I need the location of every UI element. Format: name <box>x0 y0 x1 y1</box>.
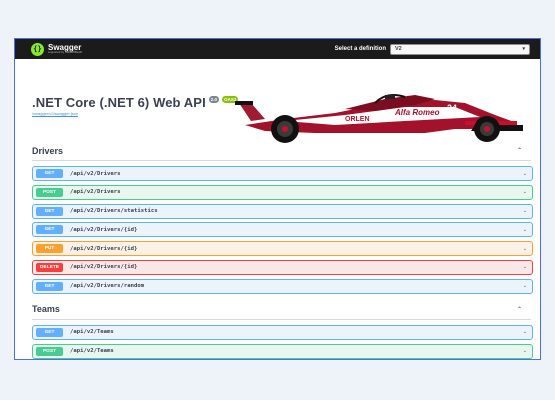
operation-row[interactable]: GET/api/v2/Drivers/statistics ⌄ <box>32 203 533 219</box>
operation-path: /api/v2/Drivers/statistics <box>70 208 158 215</box>
method-badge: GET <box>36 327 63 337</box>
chevron-up-icon: ⌃ <box>516 148 522 154</box>
operation-path: /api/v2/Drivers/random <box>70 283 145 290</box>
operation-path: /api/v2/Drivers <box>70 170 121 177</box>
tag-name: Drivers <box>32 145 64 156</box>
swagger-logo-icon: {} <box>31 42 44 56</box>
chevron-down-icon: ⌄ <box>522 329 527 336</box>
chevron-down-icon: ▾ <box>522 46 525 52</box>
definition-select[interactable]: V2 ▾ <box>390 43 530 55</box>
chevron-down-icon: ⌄ <box>522 208 527 215</box>
chevron-down-icon: ⌄ <box>522 264 527 271</box>
page-title: .NET Core (.NET 6) Web API <box>32 95 206 110</box>
operation-row[interactable]: DELETE/api/v2/Drivers/{id} ⌄ <box>32 259 533 275</box>
method-badge: DELETE <box>36 262 63 272</box>
swagger-topbar: {} Swagger supported by SMARTBEAR Select… <box>15 39 540 59</box>
operation-row[interactable]: GET/api/v2/Drivers/{id} ⌄ <box>32 222 533 238</box>
operation-row[interactable]: PUT/api/v2/Drivers/{id} ⌄ <box>32 241 533 257</box>
logo-subtitle: supported by SMARTBEAR <box>48 50 83 54</box>
operation-path: /api/v2/Drivers/{id} <box>70 264 138 271</box>
chevron-down-icon: ⌄ <box>522 226 527 233</box>
operation-row[interactable]: POST/api/v2/Drivers ⌄ <box>32 184 533 200</box>
method-badge: GET <box>36 206 63 216</box>
method-badge: PUT <box>36 244 63 254</box>
browser-frame: {} Swagger supported by SMARTBEAR Select… <box>14 38 541 360</box>
operations-list: GET/api/v2/Teams⌄POST/api/v2/Teams⌄GET/a… <box>32 320 533 359</box>
chevron-down-icon: ⌄ <box>522 283 527 290</box>
operation-path: /api/v2/Drivers <box>70 189 121 196</box>
tag-name: Teams <box>32 304 60 315</box>
tag-section-drivers: Drivers ⌃ GET/api/v2/Drivers ⌄ POST/api/v2… <box>32 141 533 294</box>
chevron-down-icon: ⌄ <box>522 170 527 177</box>
operation-path: /api/v2/Teams <box>70 348 114 355</box>
method-badge: GET <box>36 281 63 291</box>
chevron-down-icon: ⌄ <box>522 245 527 252</box>
api-info: .NET Core (.NET 6) Web API 2.0 OAS3 /swa… <box>15 59 540 143</box>
operations-list: GET/api/v2/Drivers ⌄ POST/api/v2/Drivers ⌄ G… <box>32 161 533 294</box>
version-badge: 2.0 <box>208 95 220 103</box>
operation-row[interactable]: POST/api/v2/Teams ⌄ <box>32 343 533 359</box>
race-car-image: Alfa Romeo ORLEN 24 <box>235 94 523 143</box>
method-badge: POST <box>36 346 63 356</box>
operation-row[interactable]: GET/api/v2/Teams ⌄ <box>32 324 533 340</box>
spec-link[interactable]: /swagger/v2/swagger.json <box>32 111 78 116</box>
tag-section-teams: Teams ⌃ GET/api/v2/Teams ⌄ POST/api/v2/Tea… <box>32 300 533 359</box>
operation-row[interactable]: GET/api/v2/Drivers ⌄ <box>32 166 533 181</box>
car-number: 24 <box>447 103 457 113</box>
car-sponsor-2: ORLEN <box>345 116 370 123</box>
car-sponsor-1: Alfa Romeo <box>394 108 440 117</box>
swagger-logo[interactable]: {} Swagger supported by SMARTBEAR <box>31 42 83 56</box>
operation-path: /api/v2/Drivers/{id} <box>70 226 138 233</box>
operation-path: /api/v2/Drivers/{id} <box>70 245 138 252</box>
method-badge: GET <box>36 169 63 178</box>
chevron-down-icon: ⌄ <box>522 348 527 355</box>
operation-row[interactable]: GET/api/v2/Drivers/random ⌄ <box>32 278 533 294</box>
definition-label: Select a definition <box>334 46 386 52</box>
method-badge: POST <box>36 187 63 197</box>
chevron-down-icon: ⌄ <box>522 189 527 196</box>
operation-path: /api/v2/Teams <box>70 329 114 336</box>
tag-header-teams[interactable]: Teams ⌃ <box>32 300 531 320</box>
method-badge: GET <box>36 225 63 235</box>
chevron-up-icon: ⌃ <box>516 306 522 313</box>
definition-value: V2 <box>395 46 402 52</box>
